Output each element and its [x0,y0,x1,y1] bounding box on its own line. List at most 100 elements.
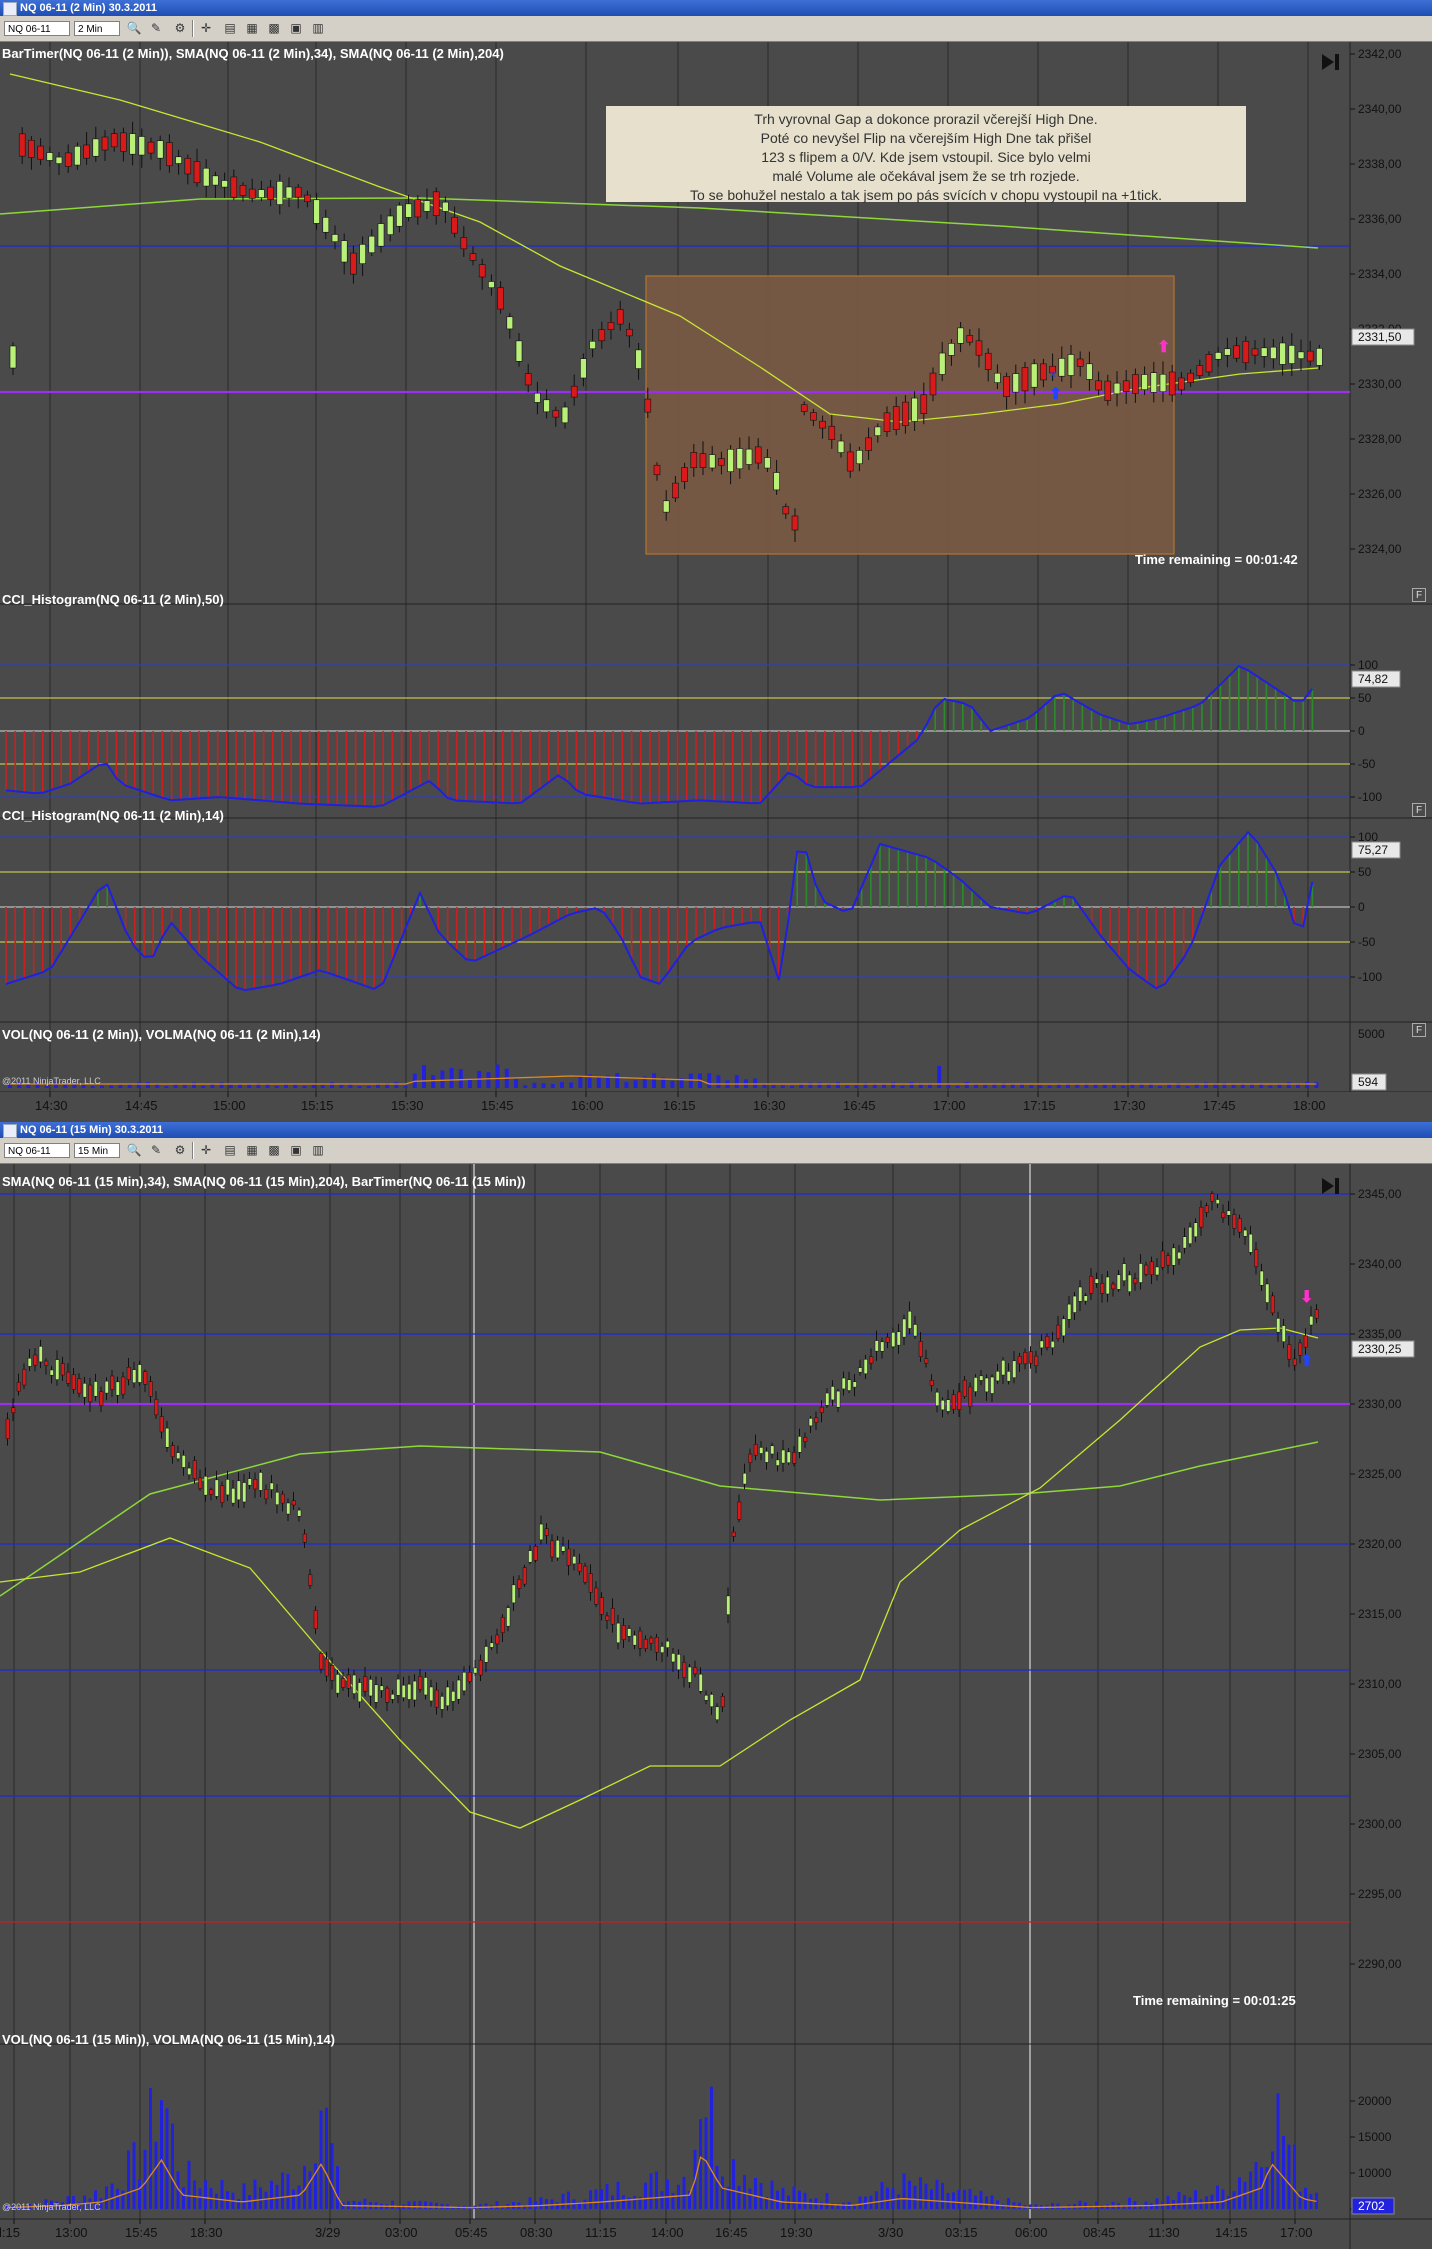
volume-bar [1056,2203,1060,2209]
candle-body [1265,1283,1270,1303]
properties-icon[interactable]: ⚙ [172,20,188,36]
candle-body [621,1625,626,1640]
volume-bar [479,2204,482,2209]
volume-bar [845,1085,850,1088]
candle-body [1166,1255,1171,1266]
volume-bar [652,1073,656,1088]
candle-body [698,1673,703,1692]
candle-body [748,1453,753,1463]
candle-body [1061,1318,1066,1337]
candle-body [754,446,762,464]
instrument-dropdown[interactable]: NQ 06-11 [4,1143,70,1158]
volume-bar [771,1084,776,1088]
candle-body [1003,376,1010,397]
candle-body [1050,1341,1055,1348]
volume-bar [274,1085,279,1088]
candle-body [737,1501,742,1520]
draw-pencil-icon[interactable]: ✎ [148,1142,164,1158]
volume-bar [495,2201,499,2209]
price-axis-label: 2324,00 [1358,542,1402,556]
volume-bar [1121,1085,1126,1088]
chart-trader-icon[interactable]: ▥ [310,1142,326,1158]
data-box-icon[interactable]: ▣ [288,1142,304,1158]
interval-dropdown[interactable]: 2 Min [74,21,120,36]
chart-area-15min[interactable]: ⬇ ⬆ 2345,00 2340,00 2335,00 2330,00 2325,00 232… [0,1164,1432,2249]
candle-body [313,1610,318,1629]
panel-f-button[interactable]: F [1412,588,1426,602]
price-axis-label: 2315,00 [1358,1607,1402,1621]
exit-arrow-icon: ⬇ [1300,1289,1313,1306]
candle-body [488,281,495,288]
candle-body [280,1493,285,1504]
title-bar: NQ 06-11 (2 Min) 30.3.2011 [0,0,1432,16]
volume-bar [242,2183,246,2209]
candle-body [313,199,320,224]
candle-body [242,1482,247,1503]
candle-body [9,345,17,369]
volume-bar [937,1066,942,1088]
draw-pencil-icon[interactable]: ✎ [148,20,164,36]
strategies-icon[interactable]: ▩ [266,1142,282,1158]
volume-bar [924,2183,928,2209]
time-axis-label: 14:00 [651,2225,684,2240]
data-box-icon[interactable]: ▣ [288,20,304,36]
candle-body [1316,348,1323,366]
properties-icon[interactable]: ⚙ [172,1142,188,1158]
chart-trader-icon[interactable]: ▥ [310,20,326,36]
volume-bar [187,2160,191,2209]
panel-f-button[interactable]: F [1412,1023,1426,1037]
volume-bar [737,2185,741,2209]
candle-body [294,186,302,198]
volume-bar [990,2195,994,2209]
crosshair-icon[interactable]: ✛ [198,1142,214,1158]
interval-dropdown[interactable]: 15 Min [74,1143,120,1158]
volume-bar [363,2198,367,2209]
strategies-icon[interactable]: ▩ [266,20,282,36]
candle-body [423,200,431,212]
instrument-dropdown[interactable]: NQ 06-11 [4,21,70,36]
candle-body [938,352,946,375]
volume-bar [891,2188,895,2209]
volume-bar [171,2123,174,2209]
indicators-icon[interactable]: ▦ [244,1142,260,1158]
candle-body [322,217,330,233]
crosshair-icon[interactable]: ✛ [198,20,214,36]
volume-bar [90,1085,95,1088]
volume-bar [615,1073,620,1088]
bar-style-icon[interactable]: ▤ [222,1142,238,1158]
candle-body [115,1381,120,1396]
candle-body [1210,1193,1215,1202]
candle-body [386,215,394,235]
candle-body [599,1597,604,1615]
zoom-icon[interactable]: 🔍 [126,20,142,36]
volume-bar [1298,2191,1302,2209]
volume-bar [624,1081,629,1088]
volume-bar [1133,2201,1137,2209]
volume-bar [1130,1084,1135,1088]
zoom-icon[interactable]: 🔍 [126,1142,142,1158]
candle-body [1138,1263,1143,1283]
candle-body [742,1472,747,1485]
candle-body [764,457,771,469]
volume-bar [955,1085,960,1088]
entry-marker-icon: ✕ [1049,370,1057,381]
candle-body [247,1478,252,1486]
volume-bar [458,1069,463,1088]
candle-body [837,440,845,453]
indicators-icon[interactable]: ▦ [244,20,260,36]
candle-body [727,448,734,472]
volume-bar [136,1082,141,1088]
cci-axis-label: -100 [1358,790,1382,804]
time-axis-label: 17:00 [1280,2225,1313,2240]
volume-bar [792,2186,796,2209]
volume-bar [1018,2202,1021,2209]
candle-body [276,181,284,205]
time-axis-label: 11:30 [1148,2225,1180,2240]
volume-bar [957,2189,961,2209]
bar-style-icon[interactable]: ▤ [222,20,238,36]
volume-bar [1221,2189,1225,2209]
candle-body [341,1678,346,1688]
candle-body [1034,1355,1039,1367]
volume-bar [880,2182,884,2209]
panel-f-button[interactable]: F [1412,803,1426,817]
